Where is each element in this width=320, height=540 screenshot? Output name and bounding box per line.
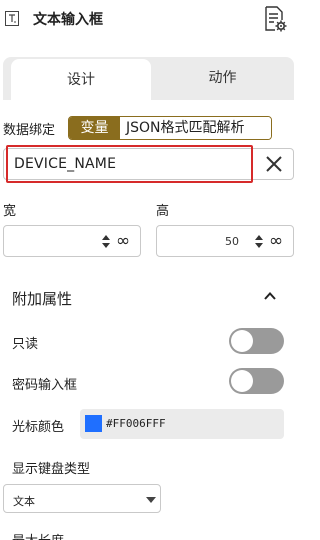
close-icon[interactable] <box>262 152 286 176</box>
panel-header: 文本输入框 <box>0 0 300 40</box>
stepper-icon[interactable] <box>255 234 263 249</box>
width-label: 宽 <box>3 204 17 219</box>
variable-input[interactable]: DEVICE_NAME <box>3 145 294 183</box>
binding-option-variable[interactable]: 变量 <box>69 117 120 139</box>
max-length-label: 最大长度 <box>12 530 64 540</box>
color-swatch[interactable] <box>85 415 102 432</box>
width-input[interactable]: ∞ <box>3 225 141 257</box>
binding-option-json[interactable]: JSON格式匹配解析 <box>120 117 271 139</box>
data-binding-label: 数据绑定 <box>3 123 56 138</box>
password-toggle[interactable] <box>229 368 284 394</box>
keyboard-type-value: 文本 <box>13 495 35 508</box>
infinity-icon[interactable]: ∞ <box>116 231 130 251</box>
cursor-color-label: 光标颜色 <box>12 420 65 435</box>
document-settings-icon[interactable] <box>263 6 287 32</box>
binding-mode-toggle: 变量 JSON格式匹配解析 <box>68 116 272 140</box>
password-label: 密码输入框 <box>12 378 78 393</box>
tab-design[interactable]: 设计 <box>11 59 151 100</box>
stepper-icon[interactable] <box>102 234 110 249</box>
height-label: 高 <box>156 204 170 219</box>
toggle-knob <box>231 370 253 392</box>
readonly-label: 只读 <box>12 337 39 352</box>
tab-bar: 设计 动作 <box>3 57 294 100</box>
keyboard-type-select[interactable]: 文本 <box>3 484 161 513</box>
height-value: 50 <box>225 235 239 248</box>
extra-properties-title: 附加属性 <box>12 290 73 308</box>
color-hex-value: #FF006FFF <box>106 417 166 430</box>
tab-action[interactable]: 动作 <box>151 57 294 100</box>
highlight-box <box>6 145 253 183</box>
keyboard-type-label: 显示键盘类型 <box>12 462 91 477</box>
cursor-color-field[interactable]: #FF006FFF <box>80 409 284 439</box>
chevron-down-icon <box>146 497 156 503</box>
readonly-toggle[interactable] <box>229 328 284 354</box>
chevron-up-icon[interactable] <box>263 289 277 303</box>
height-input[interactable]: 50 ∞ <box>156 225 294 257</box>
toggle-knob <box>231 330 253 352</box>
panel-title: 文本输入框 <box>33 12 103 28</box>
infinity-icon[interactable]: ∞ <box>269 231 283 251</box>
text-input-icon <box>5 11 19 26</box>
